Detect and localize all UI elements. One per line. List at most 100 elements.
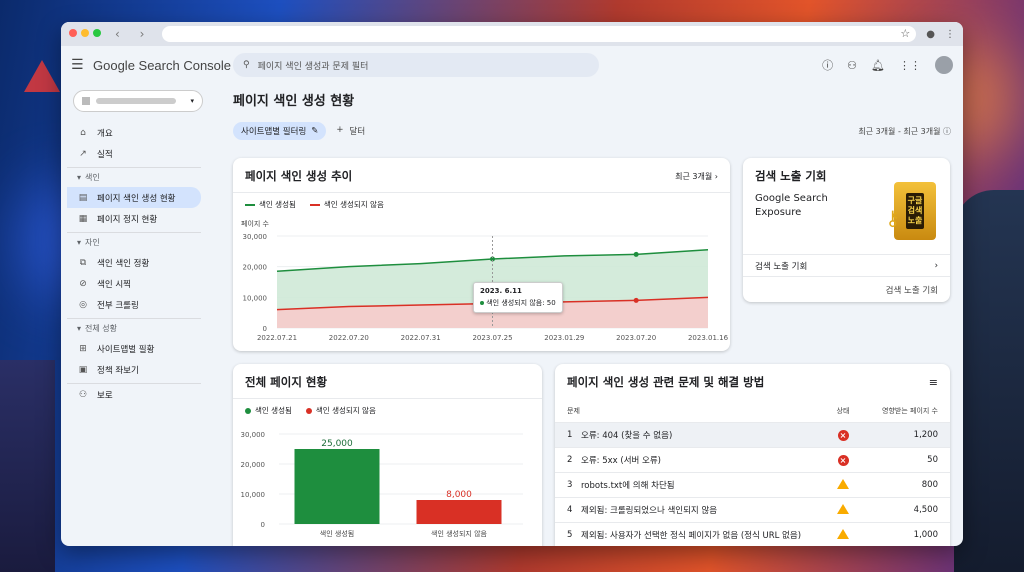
profile-icon[interactable]: ● xyxy=(926,29,935,40)
x-category-label: 색인 생성되지 않음 xyxy=(431,529,488,538)
trend-legend: 색인 생성됨 색인 생성되지 않음 xyxy=(233,193,730,210)
legend-not-indexed[interactable]: 색인 생성되지 않음 xyxy=(305,405,376,416)
table-row[interactable]: 3 robots.txt에 의해 차단됨 800 xyxy=(555,472,950,497)
sidebar-item-exp-3[interactable]: ◎ 전부 크롤링 xyxy=(67,294,201,315)
sidebar-item-sitemap[interactable]: ⊞ 사이트맵벌 필황 xyxy=(67,338,201,359)
sidebar-item-page-indexing[interactable]: ▤ 페이지 색인 생성 현황 xyxy=(67,187,201,208)
date-range[interactable]: 최근 3개월 - 최근 3개월 ⓘ xyxy=(858,126,951,137)
trend-range-link[interactable]: 최근 3개월 › xyxy=(675,171,718,182)
overall-card-title: 전체 페이지 현황 xyxy=(245,375,328,389)
search-bar[interactable]: ⚲ 페이지 색인 생성과 문제 필터 xyxy=(233,53,599,77)
table-row[interactable]: 2 오류: 5xx (서버 오류) × 50 xyxy=(555,447,950,472)
overall-card: 전체 페이지 현황 색인 생성됨 색인 생성되지 않음 0 10,000 20,00… xyxy=(233,364,542,546)
legend-not-indexed[interactable]: 색인 생성되지 않음 xyxy=(309,199,384,210)
row-index: 3 xyxy=(567,480,573,490)
exposure-card-title: 검색 노출 기회 xyxy=(755,169,827,183)
table-row[interactable]: 5 제외됨: 사용자가 선택한 정식 페이지가 없음 (정식 URL 없음) 1,0… xyxy=(555,522,950,546)
bar-value-label: 25,000 xyxy=(321,439,353,449)
sidebar-item-users[interactable]: ⚇ 보로 xyxy=(67,384,201,405)
y-tick-label: 20,000 xyxy=(243,264,268,272)
bar-0 xyxy=(294,449,380,524)
sidebar-section-exp[interactable]: ▾ 자인 xyxy=(67,232,201,252)
table-row[interactable]: 4 제외됨: 크롤링되었으나 색인되지 않음 4,500 xyxy=(555,497,950,522)
exposure-footer-link[interactable]: 검색 노출 기회 xyxy=(743,276,950,302)
avatar[interactable] xyxy=(935,56,953,74)
sitemap-filter-chip[interactable]: 사이트맵별 필터링 ✎ xyxy=(233,122,327,140)
hidden-icon: ◎ xyxy=(79,299,87,310)
tooltip-date: 2023. 6.11 xyxy=(480,287,522,295)
page-icon: ▤ xyxy=(78,192,88,203)
add-filter-button[interactable]: + 달터 xyxy=(336,125,365,137)
chevron-right-icon: › xyxy=(934,260,938,271)
x-tick-label: 2023.01.16 xyxy=(688,334,729,342)
collapse-icon: ▾ xyxy=(77,238,82,247)
sidebar-section-index[interactable]: ▾ 색인 xyxy=(67,167,201,187)
filter-icon[interactable]: ≡ xyxy=(929,376,938,389)
data-point xyxy=(633,251,639,257)
issue-text: 제외됨: 사용자가 선택한 정식 페이지가 없음 (정식 URL 없음) xyxy=(581,531,802,541)
y-tick-label: 10,000 xyxy=(243,294,268,302)
notifications-bell-icon[interactable]: 🔔︎ xyxy=(871,59,885,72)
home-icon: ⌂ xyxy=(80,127,86,138)
close-window-button[interactable] xyxy=(69,28,77,37)
table-icon: ▦ xyxy=(78,213,88,224)
apps-grid-icon[interactable]: ⋮⋮ xyxy=(899,59,921,72)
y-axis-label: 페이지 수 xyxy=(241,219,270,228)
hacker-figure-bg xyxy=(954,190,1024,572)
affected-count: 1,200 xyxy=(913,430,938,440)
nav-arrows[interactable]: ‹ › xyxy=(115,27,152,41)
chevron-down-icon: ▾ xyxy=(190,97,194,105)
maximize-window-button[interactable] xyxy=(93,28,101,37)
plus-icon: + xyxy=(336,125,344,135)
bar-1 xyxy=(416,500,502,524)
chart-tooltip: 2023. 6.11 색인 생성되지 않음: 50 xyxy=(473,282,563,313)
affected-count: 4,500 xyxy=(913,505,938,515)
warning-sign-bg xyxy=(24,60,60,92)
x-category-label: 색인 생성됨 xyxy=(320,529,354,538)
address-bar[interactable]: ☆ xyxy=(162,26,917,42)
bookmark-star-icon[interactable]: ☆ xyxy=(900,27,910,40)
x-tick-label: 2022.07.31 xyxy=(401,334,441,342)
sidebar-item-performance[interactable]: ↗ 실적 xyxy=(67,143,201,164)
users-settings-icon[interactable]: ⚇ xyxy=(847,59,857,72)
no-index-icon: ⊘ xyxy=(79,278,87,289)
error-icon: × xyxy=(837,454,849,466)
sidebar-item-page-stop[interactable]: ▦ 페이지 정지 현황 xyxy=(67,208,201,229)
menu-kebab-icon[interactable]: ⋮ xyxy=(945,29,955,40)
window-controls xyxy=(69,28,105,40)
warning-icon xyxy=(837,478,849,489)
hamburger-menu-icon[interactable]: ☰ xyxy=(71,57,93,73)
issue-text: 오류: 404 (찾을 수 없음) xyxy=(581,431,673,441)
row-index: 4 xyxy=(567,505,573,515)
browser-window: ‹ › ☆ ● ⋮ ☰ Google Search Console ⚲ 페이지 색… xyxy=(61,22,963,546)
legend-indexed[interactable]: 색인 생성됨 xyxy=(245,199,296,210)
filter-row: 사이트맵별 필터링 ✎ + 달터 최근 3개월 - 최근 3개월 ⓘ xyxy=(233,121,951,141)
warning-icon xyxy=(837,503,849,514)
browser-chrome: ‹ › ☆ ● ⋮ xyxy=(61,22,963,46)
issues-card: 페이지 색인 생성 관련 문제 및 해결 방법 ≡ 문제 상태 영향받는 페이지… xyxy=(555,364,950,546)
help-icon[interactable]: ⓘ xyxy=(822,57,833,73)
trending-icon: ↗ xyxy=(79,148,87,159)
key-icon: ⚷ xyxy=(885,206,900,230)
x-tick-label: 2023.07.25 xyxy=(472,334,512,342)
bar-value-label: 8,000 xyxy=(446,490,472,500)
row-index: 2 xyxy=(567,455,573,465)
app-logo[interactable]: Google Search Console xyxy=(93,58,233,73)
sitemap-icon: ⊞ xyxy=(79,343,87,354)
minimize-window-button[interactable] xyxy=(81,28,89,37)
x-tick-label: 2022.07.20 xyxy=(329,334,369,342)
tooltip-text: 색인 생성되지 않음: 50 xyxy=(486,299,556,307)
exposure-link[interactable]: 검색 노출 기회 › xyxy=(743,254,950,276)
sidebar-section-all[interactable]: ▾ 전체 성황 xyxy=(67,318,201,338)
issue-text: 오류: 5xx (서버 오류) xyxy=(581,456,661,466)
sidebar-item-exp-1[interactable]: ⧉ 색인 색인 정황 xyxy=(67,252,201,273)
trend-card: 페이지 색인 생성 추이 최근 3개월 › 색인 생성됨 색인 생성되지 않음 … xyxy=(233,158,730,351)
sidebar-item-report[interactable]: ▣ 정책 좌보기 xyxy=(67,359,201,380)
sidebar-item-overview[interactable]: ⌂ 개요 xyxy=(67,122,201,143)
property-selector[interactable]: ▾ xyxy=(73,90,203,112)
copy-icon: ⧉ xyxy=(79,257,87,268)
exposure-badge-text: 구글 검색 노출 xyxy=(905,193,925,229)
sidebar-item-exp-2[interactable]: ⊘ 색인 시찍 xyxy=(67,273,201,294)
table-row[interactable]: 1 오류: 404 (찾을 수 없음) × 1,200 xyxy=(555,422,950,447)
legend-indexed[interactable]: 색인 생성됨 xyxy=(245,405,292,416)
